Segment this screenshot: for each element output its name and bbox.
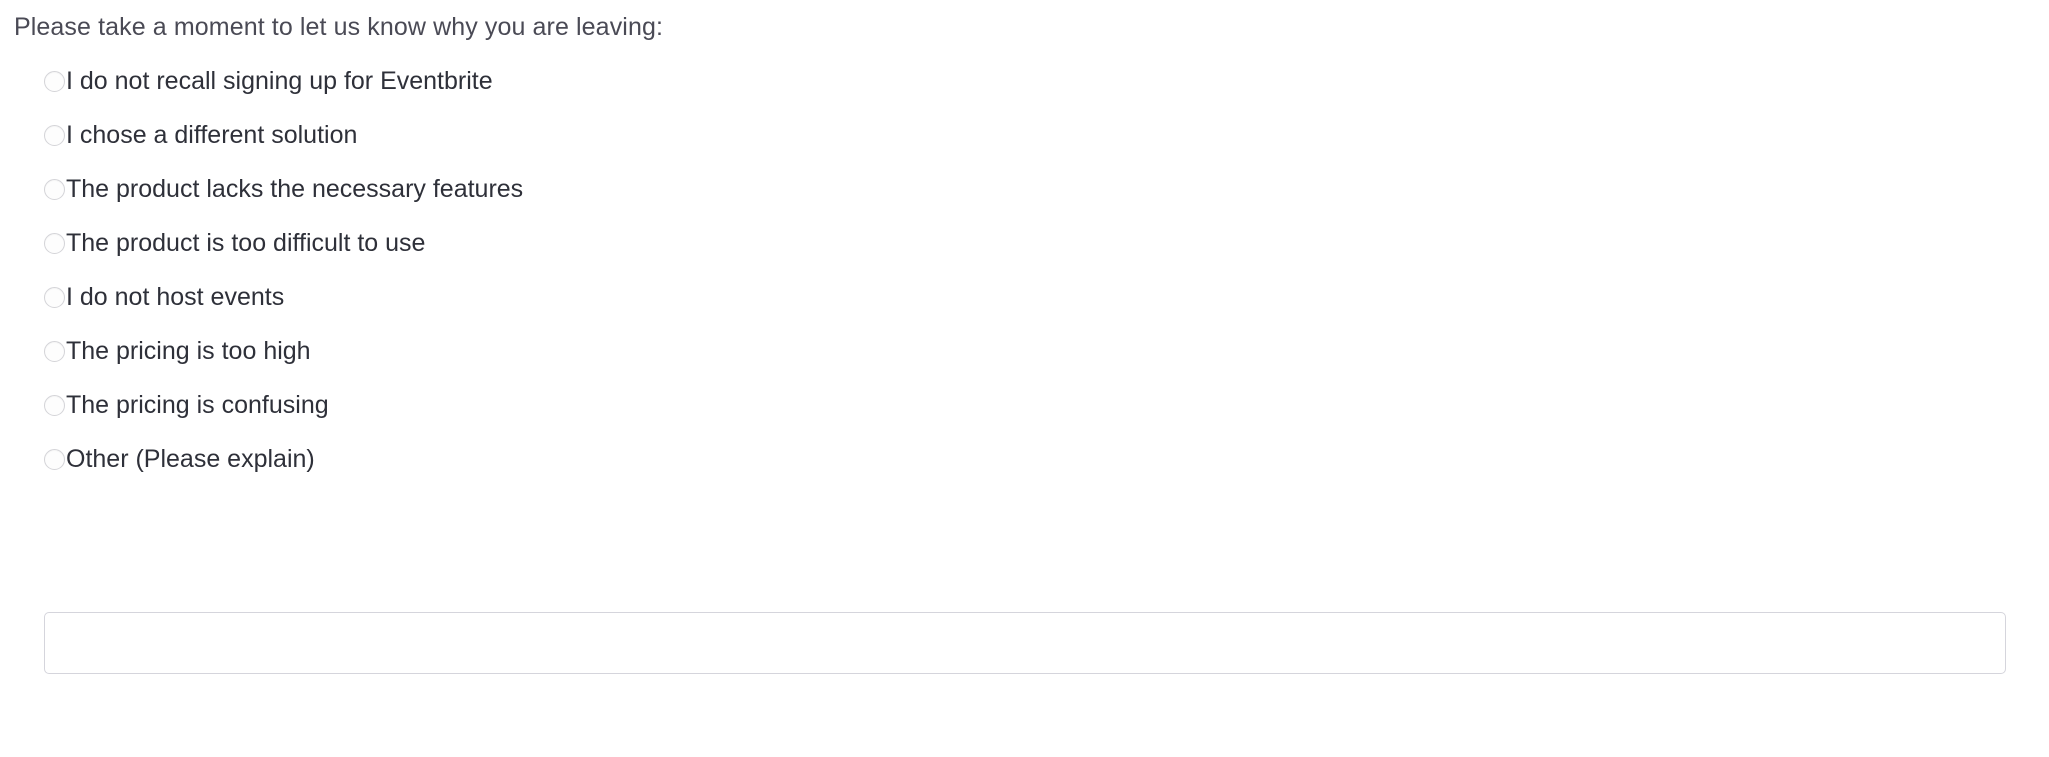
radio-option-label: Other (Please explain) (66, 445, 315, 473)
page-title: Please take a moment to let us know why … (14, 13, 663, 41)
radio-option-label: The product is too difficult to use (66, 229, 426, 257)
radio-circle-icon[interactable] (44, 394, 65, 416)
radio-circle-icon[interactable] (44, 448, 65, 470)
radio-option-label: The product lacks the necessary features (66, 175, 524, 203)
radio-option-pricing-too-high[interactable]: The pricing is too high (44, 333, 311, 369)
radio-option-too-difficult[interactable]: The product is too difficult to use (44, 225, 425, 261)
reason-radio-group: I do not recall signing up for Eventbrit… (44, 63, 2004, 495)
radio-option-other[interactable]: Other (Please explain) (44, 441, 315, 477)
radio-option-label: The pricing is too high (66, 337, 311, 365)
radio-option-lacks-features[interactable]: The product lacks the necessary features (44, 171, 523, 207)
radio-circle-icon[interactable] (44, 232, 65, 254)
radio-circle-icon[interactable] (44, 178, 65, 200)
cancellation-survey: Please take a moment to let us know why … (0, 0, 2049, 757)
radio-circle-icon[interactable] (44, 340, 65, 362)
other-explanation-wrapper (44, 612, 2006, 674)
radio-option-pricing-confusing[interactable]: The pricing is confusing (44, 387, 329, 423)
radio-circle-icon[interactable] (44, 286, 65, 308)
radio-option-chose-different-solution[interactable]: I chose a different solution (44, 117, 357, 153)
radio-option-do-not-host-events[interactable]: I do not host events (44, 279, 284, 315)
radio-circle-icon[interactable] (44, 70, 65, 92)
radio-option-label: The pricing is confusing (66, 391, 329, 419)
other-explanation-input[interactable] (44, 612, 2006, 674)
radio-option-label: I chose a different solution (66, 121, 358, 149)
radio-option-label: I do not recall signing up for Eventbrit… (66, 67, 493, 95)
radio-circle-icon[interactable] (44, 124, 65, 146)
radio-option-label: I do not host events (66, 283, 285, 311)
radio-option-not-recall-signup[interactable]: I do not recall signing up for Eventbrit… (44, 63, 493, 99)
